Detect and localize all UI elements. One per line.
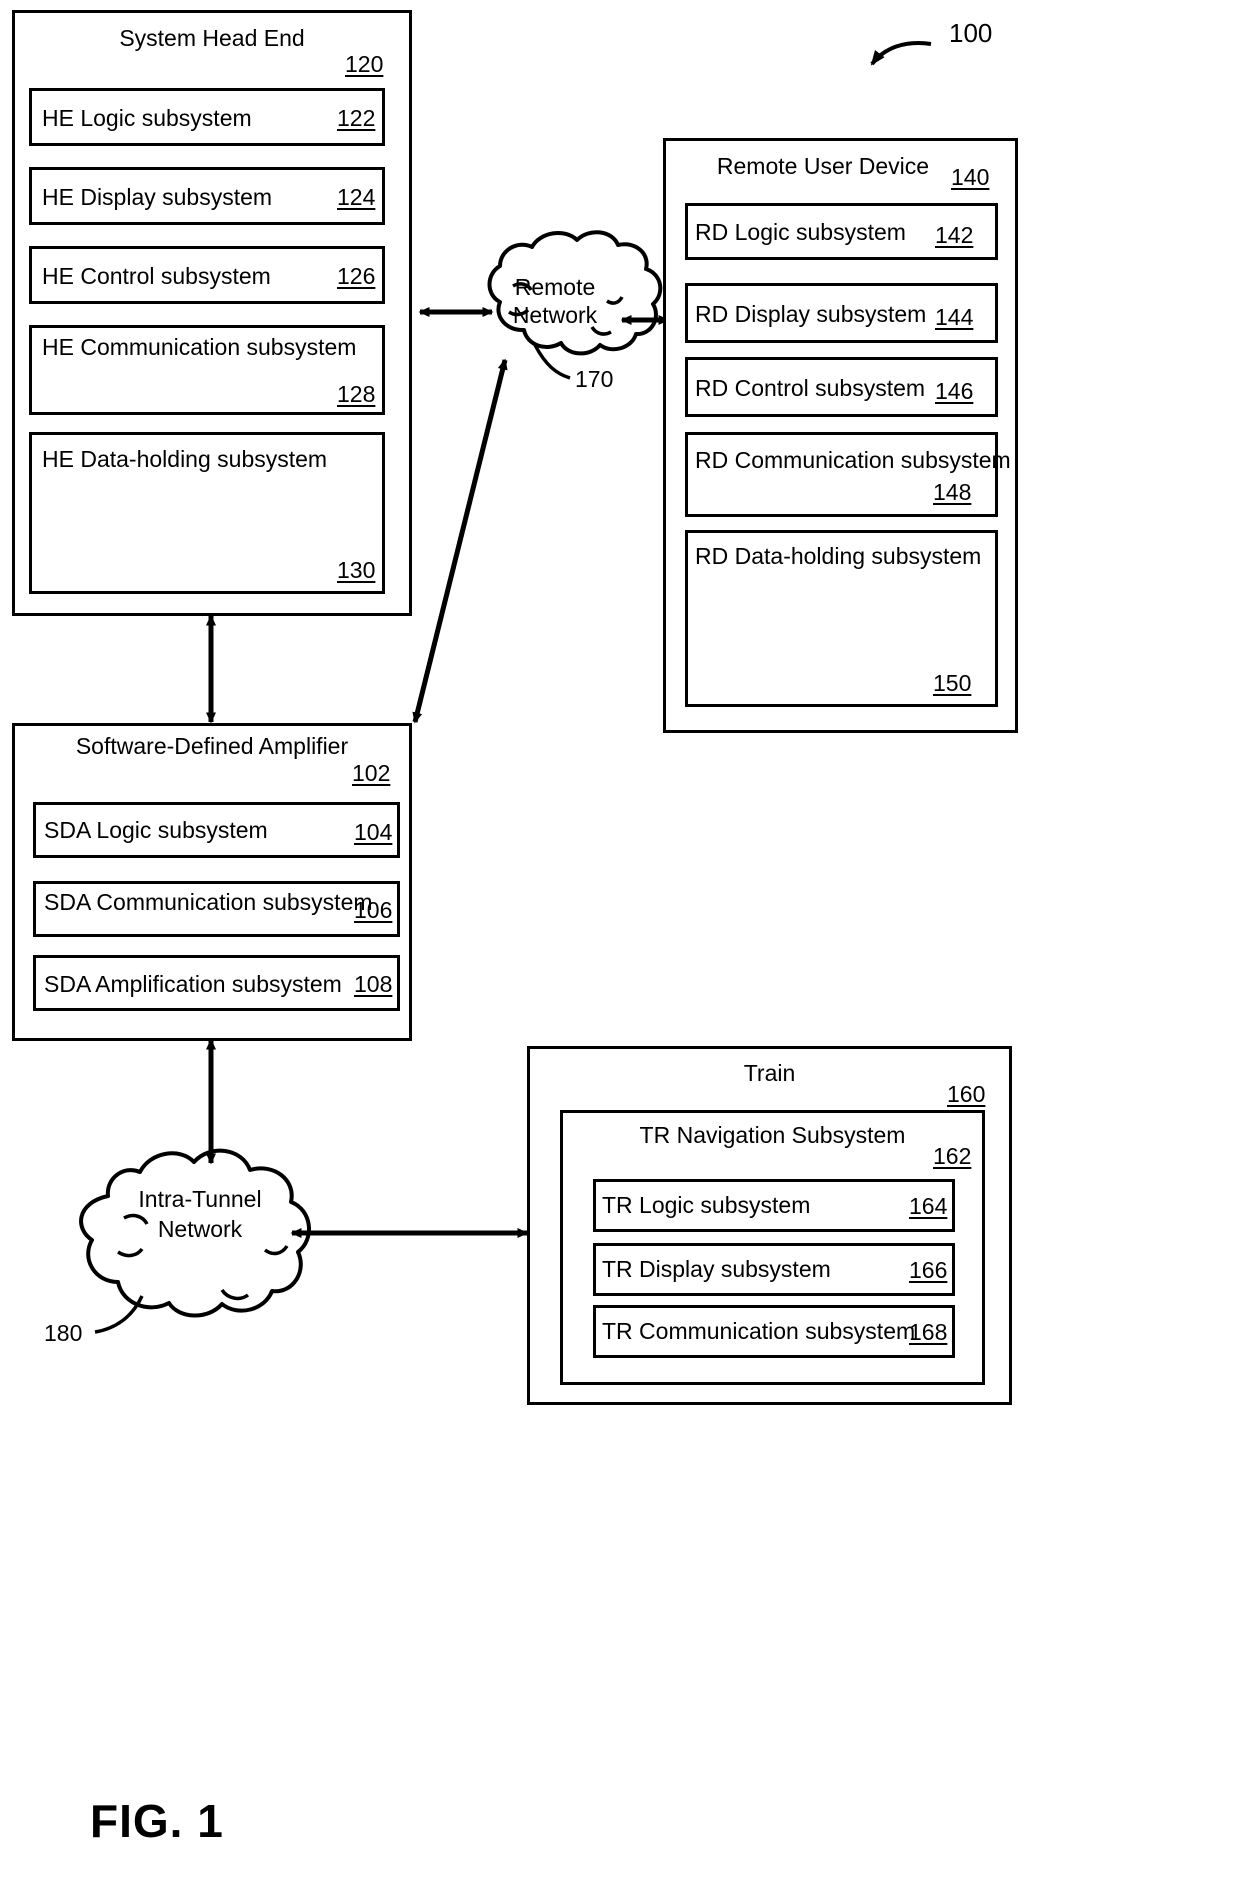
rd-control-subsystem-ref: 146	[935, 378, 974, 404]
he-logic-subsystem-label: HE Logic subsystem	[42, 105, 252, 131]
intra-tunnel-network-cloud-label-line1: Intra-Tunnel	[138, 1186, 262, 1212]
he-data-holding-subsystem-ref: 130	[337, 557, 376, 583]
remote-user-device-ref: 140	[951, 164, 990, 190]
he-control-subsystem-ref: 126	[337, 263, 376, 289]
sda-amplification-subsystem-label: SDA Amplification subsystem	[44, 971, 342, 997]
tr-logic-subsystem-ref: 164	[909, 1193, 948, 1219]
rd-display-subsystem-label: RD Display subsystem	[695, 301, 927, 327]
tr-logic-subsystem-label: TR Logic subsystem	[602, 1192, 811, 1218]
he-display-subsystem-label: HE Display subsystem	[42, 184, 273, 210]
remote-user-device-title: Remote User Device	[716, 153, 930, 179]
figure-caption: FIG. 1	[90, 1795, 224, 1847]
sda-communication-subsystem-ref: 106	[354, 897, 393, 923]
sda-logic-subsystem-ref: 104	[354, 819, 393, 845]
system-head-end-ref: 120	[345, 51, 384, 77]
intra-tunnel-network-cloud-label-line2: Network	[157, 1216, 243, 1242]
he-logic-subsystem-ref: 122	[337, 105, 376, 131]
rd-communication-subsystem-ref: 148	[933, 479, 972, 505]
sda-communication-subsystem-label: SDA Communication subsystem	[44, 889, 373, 915]
rd-data-holding-subsystem-ref: 150	[933, 670, 972, 696]
arrow-remote-network-to-sda	[412, 358, 508, 724]
sda-logic-subsystem-label: SDA Logic subsystem	[44, 817, 268, 843]
tr-display-subsystem-ref: 166	[909, 1257, 948, 1283]
he-data-holding-subsystem-label: HE Data-holding subsystem	[42, 446, 328, 472]
software-defined-amplifier-ref: 102	[352, 760, 391, 786]
train-ref: 160	[947, 1081, 986, 1107]
train-title: Train	[743, 1060, 796, 1086]
rd-display-subsystem-ref: 144	[935, 304, 974, 330]
system-ref-pointer-arrow	[870, 41, 932, 66]
rd-logic-subsystem-label: RD Logic subsystem	[695, 219, 906, 245]
remote-network-ref: 170	[575, 366, 614, 392]
rd-data-holding-subsystem-label: RD Data-holding subsystem	[695, 543, 982, 569]
remote-network-cloud-label-line2: Network	[512, 302, 598, 328]
he-display-subsystem-ref: 124	[337, 184, 376, 210]
rd-communication-subsystem-label: RD Communication subsystem	[695, 447, 1011, 473]
tr-navigation-subsystem-title: TR Navigation Subsystem	[639, 1122, 906, 1148]
patent-figure-1: System Head End 120 HE Logic subsystem 1…	[0, 0, 1240, 1889]
he-communication-subsystem-label: HE Communication subsystem	[42, 334, 357, 360]
system-ref-100: 100	[949, 18, 993, 48]
sda-amplification-subsystem-ref: 108	[354, 971, 393, 997]
intra-tunnel-network-ref: 180	[44, 1320, 83, 1346]
tr-display-subsystem-label: TR Display subsystem	[602, 1256, 831, 1282]
system-head-end-title: System Head End	[119, 25, 305, 51]
rd-control-subsystem-label: RD Control subsystem	[695, 375, 926, 401]
rd-logic-subsystem-ref: 142	[935, 222, 974, 248]
tr-navigation-subsystem-ref: 162	[933, 1143, 972, 1169]
software-defined-amplifier-title: Software-Defined Amplifier	[75, 733, 349, 759]
tr-communication-subsystem-label: TR Communication subsystem	[602, 1318, 916, 1344]
remote-network-cloud-label-line1: Remote	[514, 274, 596, 300]
tr-communication-subsystem-ref: 168	[909, 1319, 948, 1345]
he-communication-subsystem-ref: 128	[337, 381, 376, 407]
he-control-subsystem-label: HE Control subsystem	[42, 263, 271, 289]
